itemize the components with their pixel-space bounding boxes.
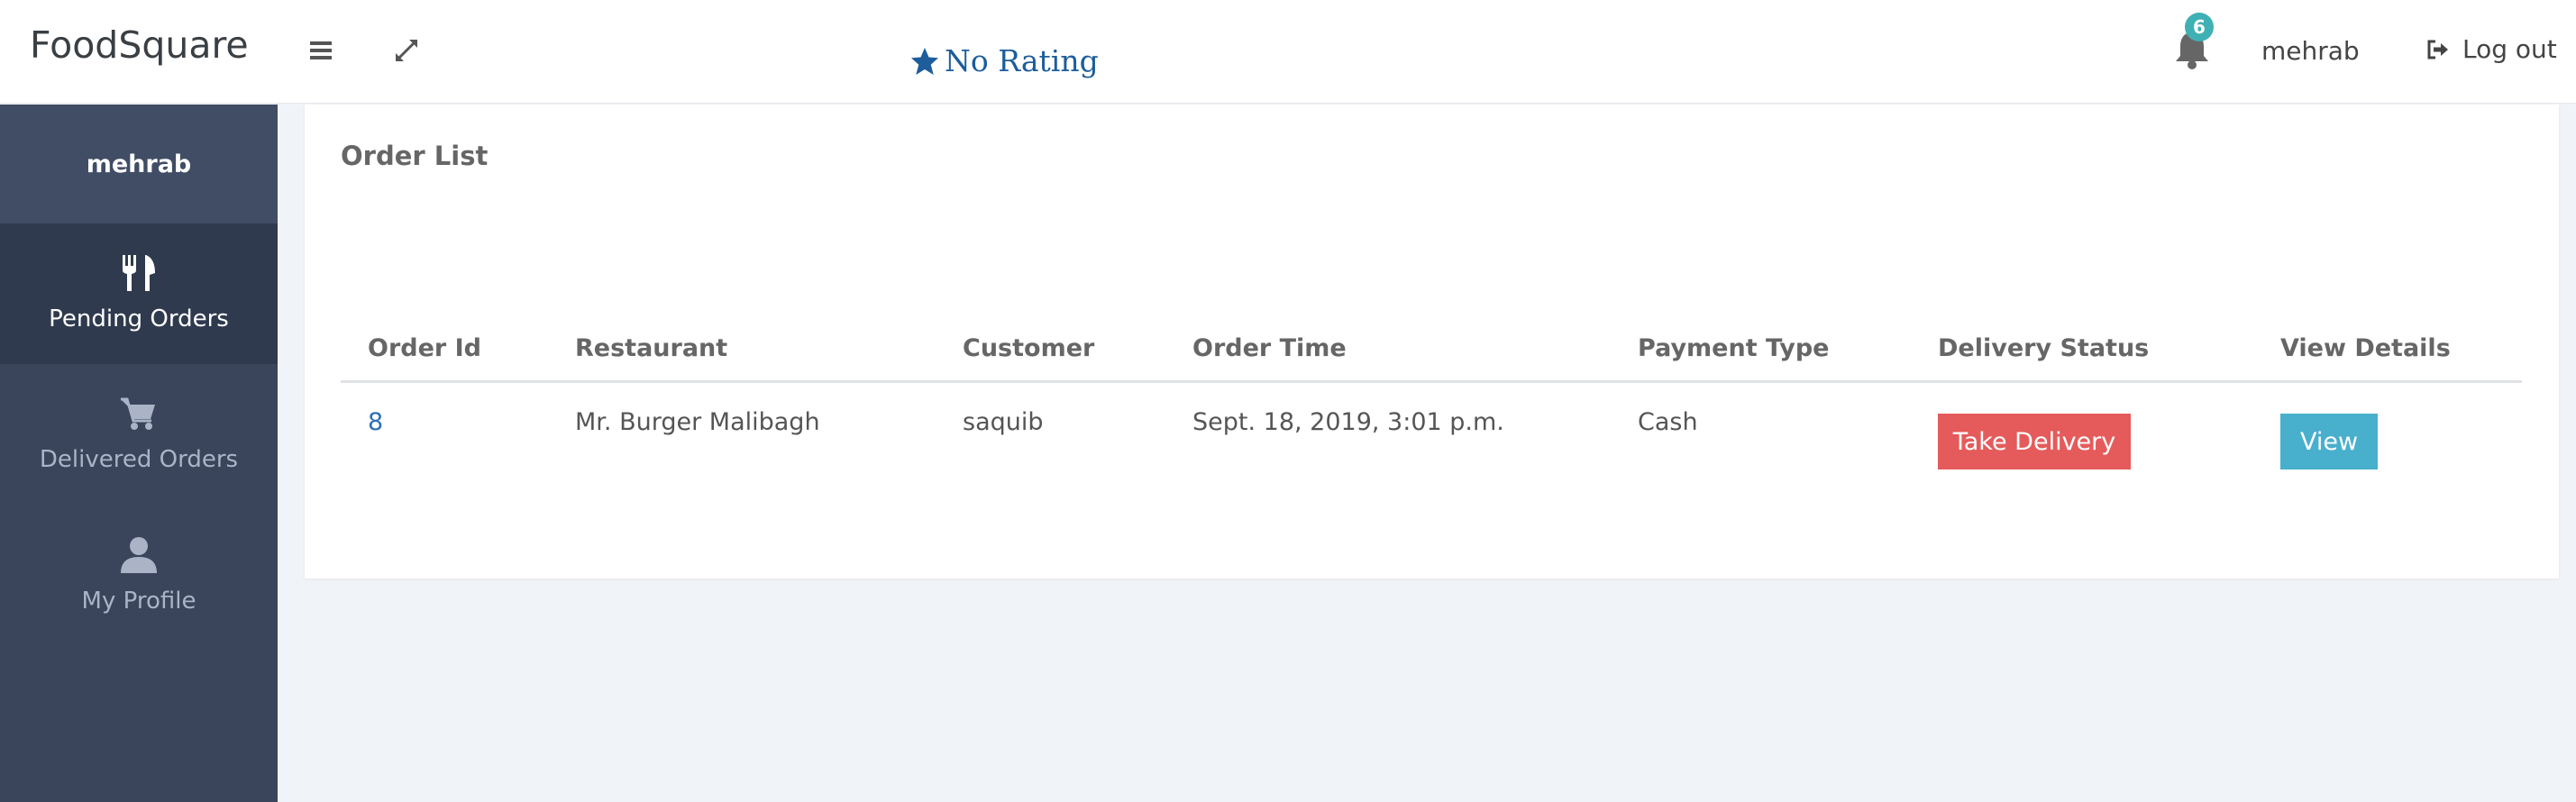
- logout-label: Log out: [2462, 34, 2557, 64]
- sign-out-icon: [2427, 40, 2448, 59]
- sidebar: mehrab Pending Orders Delivered Orders M…: [0, 105, 278, 802]
- column-header-payment-type: Payment Type: [1638, 334, 1830, 362]
- cart-icon: [121, 397, 155, 430]
- sidebar-item-pending-orders[interactable]: Pending Orders: [0, 223, 278, 364]
- column-header-restaurant: Restaurant: [575, 334, 728, 362]
- top-username[interactable]: mehrab: [2261, 36, 2360, 66]
- brand-logo[interactable]: FoodSquare: [30, 23, 249, 67]
- customer-cell: saquib: [963, 408, 1044, 436]
- rating-display: No Rating: [909, 43, 1099, 78]
- column-header-delivery-status: Delivery Status: [1938, 334, 2150, 362]
- page-title: Order List: [341, 141, 489, 171]
- menu-toggle-icon[interactable]: [306, 36, 335, 65]
- notification-count-badge: 6: [2185, 13, 2214, 41]
- logout-button[interactable]: Log out: [2426, 34, 2557, 64]
- cutlery-icon: [123, 255, 155, 291]
- fullscreen-expand-icon[interactable]: [390, 34, 423, 67]
- user-icon: [121, 537, 157, 573]
- sidebar-item-label: My Profile: [81, 588, 196, 615]
- take-delivery-button[interactable]: Take Delivery: [1938, 414, 2131, 469]
- orders-table: Order Id Restaurant Customer Order Time …: [341, 325, 2522, 491]
- view-details-button[interactable]: View: [2280, 414, 2378, 469]
- column-header-customer: Customer: [963, 334, 1095, 362]
- restaurant-cell: Mr. Burger Malibagh: [575, 408, 820, 436]
- sidebar-item-label: Delivered Orders: [39, 446, 239, 473]
- order-id-link[interactable]: 8: [368, 408, 383, 436]
- column-header-order-time: Order Time: [1192, 334, 1347, 362]
- table-header: Order Id Restaurant Customer Order Time …: [341, 325, 2522, 383]
- sidebar-item-label: Pending Orders: [49, 305, 229, 333]
- sidebar-item-delivered-orders[interactable]: Delivered Orders: [0, 364, 278, 505]
- sidebar-item-my-profile[interactable]: My Profile: [0, 505, 278, 645]
- payment-type-cell: Cash: [1638, 408, 1698, 436]
- sidebar-username: mehrab: [0, 105, 278, 223]
- star-icon: [911, 47, 938, 75]
- rating-text: No Rating: [945, 43, 1099, 78]
- top-navbar: FoodSquare No Rating 6 mehrab Log out: [0, 0, 2576, 104]
- order-list-card: Order List Order Id Restaurant Customer …: [305, 105, 2559, 579]
- column-header-order-id: Order Id: [368, 334, 481, 362]
- table-row: 8 Mr. Burger Malibagh saquib Sept. 18, 2…: [341, 383, 2522, 491]
- order-time-cell: Sept. 18, 2019, 3:01 p.m.: [1192, 408, 1504, 436]
- column-header-view-details: View Details: [2280, 334, 2451, 362]
